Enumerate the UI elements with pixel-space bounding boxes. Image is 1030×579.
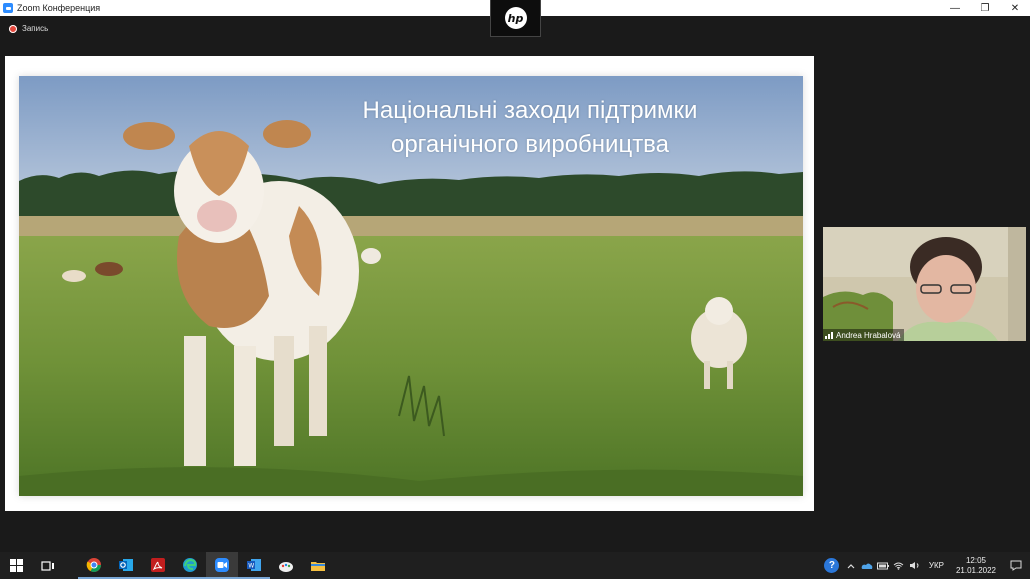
outlook-icon <box>119 558 133 571</box>
chevron-up-icon <box>847 563 855 568</box>
acrobat-taskbar-button[interactable] <box>142 552 174 579</box>
paint-icon <box>279 561 293 572</box>
restore-button[interactable]: ❐ <box>970 0 1000 16</box>
signal-bars-icon <box>825 331 833 339</box>
cloud-icon <box>861 563 873 569</box>
window-title: Zoom Конференция <box>17 3 101 13</box>
acrobat-icon <box>151 557 165 572</box>
participant-name: Andrea Hrabalová <box>836 330 901 340</box>
recording-indicator[interactable]: Запись <box>9 24 48 33</box>
volume-tray-button[interactable] <box>907 552 923 579</box>
edge-icon <box>183 557 197 572</box>
windows-taskbar: W ? УКР 12:05 21.01.2022 <box>0 552 1030 579</box>
taskbar-clock[interactable]: 12:05 21.01.2022 <box>956 556 996 576</box>
speaker-icon <box>909 562 919 569</box>
system-tray: ? УКР 12:05 21.01.2022 <box>821 552 1030 579</box>
participant-nameplate: Andrea Hrabalová <box>823 329 905 341</box>
zoom-app-icon <box>3 3 13 13</box>
wifi-icon <box>894 562 904 570</box>
windows-logo-icon <box>9 559 23 572</box>
zoom-taskbar-button[interactable] <box>206 552 238 579</box>
svg-text:W: W <box>248 562 254 569</box>
participant-video-image <box>823 227 1026 341</box>
show-hidden-icons-button[interactable] <box>843 552 859 579</box>
slide-title: Національні заходи підтримки органічного… <box>335 94 725 162</box>
onedrive-tray-button[interactable] <box>859 552 875 579</box>
outlook-taskbar-button[interactable] <box>110 552 142 579</box>
shared-screen: Національні заходи підтримки органічного… <box>5 56 814 511</box>
chrome-taskbar-button[interactable] <box>78 552 110 579</box>
clock-time: 12:05 <box>965 555 986 565</box>
record-icon <box>9 24 17 33</box>
input-language-indicator[interactable]: УКР <box>929 561 944 570</box>
task-view-button[interactable] <box>32 552 64 579</box>
zoom-icon <box>215 557 229 572</box>
paint-taskbar-button[interactable] <box>270 552 302 579</box>
participant-video-tile[interactable]: Andrea Hrabalová <box>823 227 1026 341</box>
folder-icon <box>311 561 325 571</box>
start-button[interactable] <box>0 552 32 579</box>
help-icon: ? <box>824 558 840 573</box>
close-button[interactable]: ✕ <box>1000 0 1030 16</box>
word-icon: W <box>247 558 261 571</box>
notifications-button[interactable] <box>1002 552 1030 579</box>
edge-taskbar-button[interactable] <box>174 552 206 579</box>
recording-label: Запись <box>22 24 49 33</box>
task-view-icon <box>41 560 54 571</box>
window-controls: — ❐ ✕ <box>940 0 1030 16</box>
file-explorer-taskbar-button[interactable] <box>302 552 334 579</box>
wifi-tray-button[interactable] <box>891 552 907 579</box>
hp-logo-icon: hp <box>504 7 527 29</box>
minimize-button[interactable]: — <box>940 0 970 16</box>
hp-overlay-tab[interactable]: hp <box>490 0 541 37</box>
chrome-icon <box>86 557 101 572</box>
slide-title-line2: органічного виробництва <box>390 131 670 158</box>
clock-date: 21.01.2022 <box>955 565 996 575</box>
notification-icon <box>1010 560 1022 571</box>
battery-icon <box>876 562 889 569</box>
battery-tray-button[interactable] <box>875 552 891 579</box>
help-button[interactable]: ? <box>821 552 843 579</box>
word-taskbar-button[interactable]: W <box>238 552 270 579</box>
slide-title-line1: Національні заходи підтримки <box>362 97 698 124</box>
